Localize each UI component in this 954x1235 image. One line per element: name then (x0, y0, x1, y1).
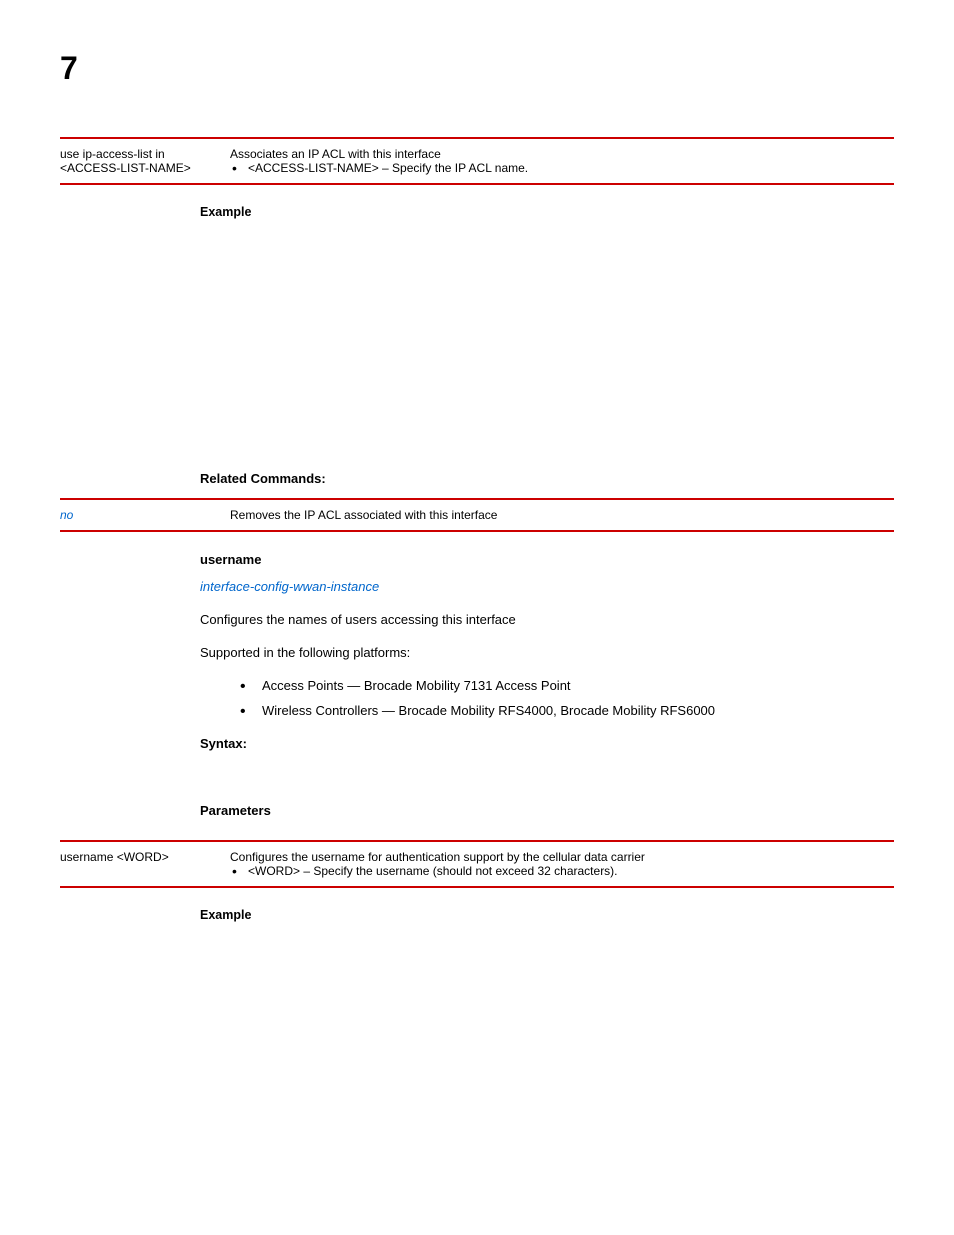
example-heading: Example (200, 205, 894, 219)
table-row: Associates an IP ACL with this interface… (230, 138, 894, 184)
page-number: 7 (60, 50, 894, 87)
related-commands-heading: Related Commands: (200, 471, 894, 486)
parameter-table-2: username <WORD> Configures the username … (60, 840, 894, 888)
parameters-heading: Parameters (200, 803, 894, 818)
platform-item: Wireless Controllers — Brocade Mobility … (240, 703, 894, 718)
username-heading: username (200, 552, 894, 567)
param-name-line2: <ACCESS-LIST-NAME> (60, 161, 230, 175)
param-desc-line1: Associates an IP ACL with this interface (230, 147, 894, 161)
table-row: use ip-access-list in <ACCESS-LIST-NAME> (60, 138, 230, 184)
supported-platforms-label: Supported in the following platforms: (200, 645, 894, 660)
syntax-heading: Syntax: (200, 736, 894, 751)
param-desc-bullet: <WORD> – Specify the username (should no… (230, 864, 894, 878)
parameter-table-1: use ip-access-list in <ACCESS-LIST-NAME>… (60, 137, 894, 185)
param-desc-bullet: <ACCESS-LIST-NAME> – Specify the IP ACL … (230, 161, 894, 175)
related-command-link[interactable]: no (60, 508, 73, 522)
param-name-line1: use ip-access-list in (60, 147, 230, 161)
interface-link[interactable]: interface-config-wwan-instance (200, 579, 379, 594)
table-row: username <WORD> (60, 841, 230, 887)
platform-item: Access Points — Brocade Mobility 7131 Ac… (240, 678, 894, 693)
table-row: Configures the username for authenticati… (230, 841, 894, 887)
related-command-desc: Removes the IP ACL associated with this … (230, 499, 894, 531)
example-heading: Example (200, 908, 894, 922)
related-commands-table: no Removes the IP ACL associated with th… (60, 498, 894, 532)
param-name: username <WORD> (60, 850, 230, 864)
param-desc-line1: Configures the username for authenticati… (230, 850, 894, 864)
username-description: Configures the names of users accessing … (200, 612, 894, 627)
